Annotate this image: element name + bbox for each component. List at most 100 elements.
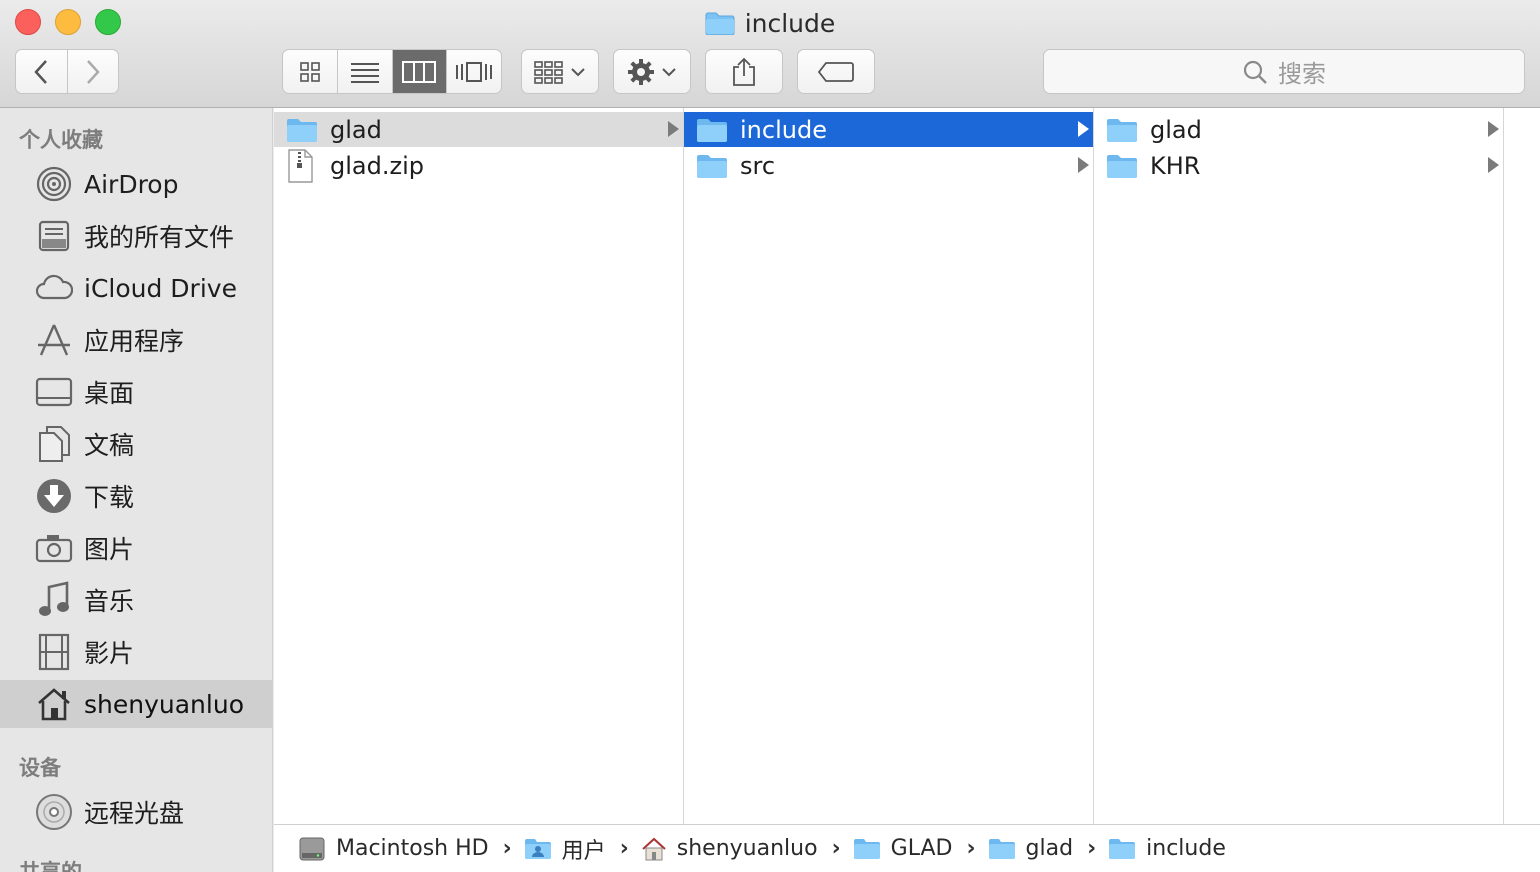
tag-icon (817, 61, 854, 82)
folder-icon (286, 117, 318, 143)
path-separator-icon: › (966, 836, 976, 861)
columns-icon (402, 60, 437, 83)
file-row-folder[interactable]: include (684, 112, 1093, 147)
path-bar: Macintosh HD › 用户 › shenyuanluo › GLAD ›… (274, 824, 1540, 872)
home-icon (34, 684, 74, 724)
window-title: include (0, 6, 1540, 44)
path-item-label: include (1146, 836, 1226, 861)
disclosure-arrow-icon (1078, 157, 1089, 173)
folder-icon (1108, 838, 1136, 860)
cover-flow-icon (456, 61, 493, 82)
path-separator-icon: › (502, 836, 512, 861)
applications-icon (34, 320, 74, 360)
view-mode-selector (282, 49, 502, 94)
sidebar-item-airdrop[interactable]: AirDrop (0, 160, 272, 208)
file-row-folder[interactable]: KHR (1094, 148, 1503, 183)
search-placeholder: 搜索 (1278, 60, 1326, 88)
column-view-button[interactable] (392, 50, 448, 93)
desktop-icon (34, 372, 74, 412)
path-item-include[interactable]: include (1108, 836, 1226, 861)
sidebar-item-all-files[interactable]: 我的所有文件 (0, 212, 272, 260)
path-item-label: shenyuanluo (676, 836, 818, 861)
sidebar-item-label: 应用程序 (84, 327, 185, 356)
sidebar-item-label: 桌面 (84, 379, 135, 408)
file-row-folder[interactable]: glad (274, 112, 683, 147)
path-separator-icon: › (1087, 836, 1097, 861)
action-button[interactable] (613, 49, 691, 94)
path-item-glad[interactable]: glad (988, 836, 1074, 861)
sidebar-item-label: 下载 (84, 483, 135, 512)
file-row-folder[interactable]: src (684, 148, 1093, 183)
file-name: include (740, 115, 827, 144)
folder-icon (853, 838, 881, 860)
airdrop-icon (34, 164, 74, 204)
sidebar-item-label: 我的所有文件 (84, 223, 235, 252)
browser-column-3: glad KHR (1094, 108, 1504, 824)
sidebar-item-icloud-drive[interactable]: iCloud Drive (0, 264, 272, 312)
file-name: KHR (1150, 151, 1201, 180)
forward-button[interactable] (68, 50, 119, 93)
chevron-down-icon (662, 67, 676, 76)
file-name: glad.zip (330, 151, 424, 180)
sidebar-item-label: 文稿 (84, 431, 135, 460)
path-item-home[interactable]: shenyuanluo (641, 836, 818, 862)
sidebar-item-documents[interactable]: 文稿 (0, 420, 272, 468)
list-icon (350, 62, 379, 83)
window-titlebar: include 搜索 (0, 0, 1540, 108)
disclosure-arrow-icon (1488, 157, 1499, 173)
film-icon (34, 632, 74, 672)
sidebar-item-label: 音乐 (84, 587, 135, 616)
arrange-grid-icon (534, 60, 563, 84)
path-separator-icon: › (619, 836, 629, 861)
path-item-users[interactable]: 用户 (524, 833, 606, 865)
folder-icon (1106, 153, 1138, 179)
path-item-label: Macintosh HD (336, 836, 489, 861)
tags-button[interactable] (797, 49, 875, 94)
folder-icon (988, 838, 1016, 860)
list-view-button[interactable] (338, 50, 393, 93)
documents-icon (34, 424, 74, 464)
favorites-header: 个人收藏 (19, 128, 103, 152)
sidebar-item-downloads[interactable]: 下载 (0, 472, 272, 520)
sidebar-item-pictures[interactable]: 图片 (0, 524, 272, 572)
search-icon (1243, 60, 1267, 84)
sidebar-item-label: iCloud Drive (84, 273, 237, 303)
path-item-label: glad (1025, 836, 1074, 861)
sidebar-item-label: 远程光盘 (84, 799, 185, 828)
cloud-icon (34, 268, 74, 308)
sidebar-item-label: shenyuanluo (84, 689, 244, 719)
path-item-label: GLAD (890, 836, 953, 861)
path-item-glad-root[interactable]: GLAD (853, 836, 953, 861)
search-field[interactable]: 搜索 (1043, 49, 1525, 94)
users-folder-icon (524, 838, 552, 860)
folder-icon (696, 117, 728, 143)
sidebar-item-label: 图片 (84, 535, 135, 564)
camera-icon (34, 528, 74, 568)
hard-drive-icon (298, 835, 326, 863)
all-files-icon (34, 216, 74, 256)
gallery-view-button[interactable] (447, 50, 501, 93)
sidebar-item-remote-disc[interactable]: 远程光盘 (0, 788, 272, 836)
folder-icon (1106, 117, 1138, 143)
icon-view-button[interactable] (283, 50, 338, 93)
grid-icon (300, 61, 320, 82)
path-item-macintosh-hd[interactable]: Macintosh HD (298, 835, 489, 863)
devices-header: 设备 (19, 756, 61, 780)
sidebar-item-applications[interactable]: 应用程序 (0, 316, 272, 364)
file-row-zip[interactable]: glad.zip (274, 148, 683, 183)
sidebar-item-label: 影片 (84, 639, 135, 668)
path-item-label: 用户 (561, 838, 606, 864)
sidebar-item-home[interactable]: shenyuanluo (0, 680, 272, 728)
home-icon (641, 836, 667, 862)
file-row-folder[interactable]: glad (1094, 112, 1503, 147)
browser-column-empty (1504, 108, 1540, 824)
back-button[interactable] (16, 50, 68, 93)
sidebar-item-desktop[interactable]: 桌面 (0, 368, 272, 416)
path-separator-icon: › (831, 836, 841, 861)
share-button[interactable] (705, 49, 783, 94)
sidebar-item-movies[interactable]: 影片 (0, 628, 272, 676)
sidebar-item-music[interactable]: 音乐 (0, 576, 272, 624)
folder-icon (705, 10, 735, 44)
arrange-button[interactable] (521, 49, 599, 94)
window-title-text: include (744, 9, 836, 38)
